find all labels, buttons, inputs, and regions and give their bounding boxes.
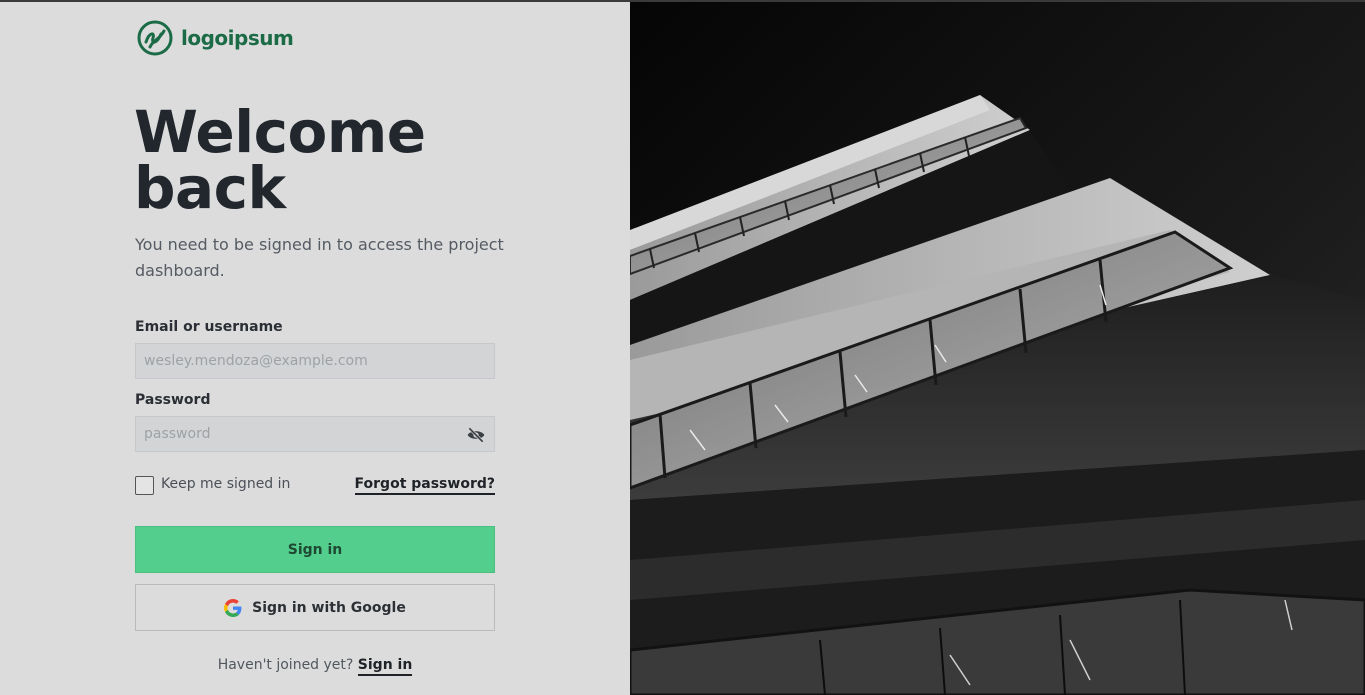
sign-in-panel: logoipsum Welcome back You need to be si… — [0, 0, 630, 695]
password-label: Password — [135, 392, 211, 408]
logo-text: logoipsum — [181, 26, 294, 50]
window-top-border — [0, 0, 1365, 2]
email-field[interactable] — [136, 344, 494, 378]
password-field[interactable] — [136, 417, 494, 451]
forgot-password-link[interactable]: Forgot password? — [354, 476, 495, 495]
keep-signed-in-label[interactable]: Keep me signed in — [161, 476, 290, 492]
title-line-2: back — [134, 154, 286, 222]
google-sign-in-label: Sign in with Google — [252, 599, 406, 616]
google-sign-in-button[interactable]: Sign in with Google — [135, 584, 495, 631]
keep-signed-in-row: Keep me signed in Forgot password? — [135, 475, 495, 497]
email-label: Email or username — [135, 319, 283, 335]
password-field-wrapper — [135, 416, 495, 452]
brand-logo[interactable]: logoipsum — [137, 20, 294, 56]
email-field-wrapper — [135, 343, 495, 379]
keep-signed-in-checkbox[interactable] — [135, 476, 154, 495]
signup-link[interactable]: Sign in — [357, 657, 413, 676]
eye-off-icon[interactable] — [466, 425, 486, 445]
hero-image — [630, 0, 1365, 695]
logo-mark-icon — [137, 20, 173, 56]
building-photo — [630, 0, 1365, 695]
google-icon — [224, 598, 242, 617]
sign-in-button[interactable]: Sign in — [135, 526, 495, 573]
signup-prompt-text: Haven't joined yet? — [217, 657, 354, 673]
page-subtitle: You need to be signed in to access the p… — [135, 235, 504, 280]
page-title: Welcome back — [134, 103, 554, 217]
signup-prompt: Haven't joined yet? Sign in — [135, 657, 495, 676]
